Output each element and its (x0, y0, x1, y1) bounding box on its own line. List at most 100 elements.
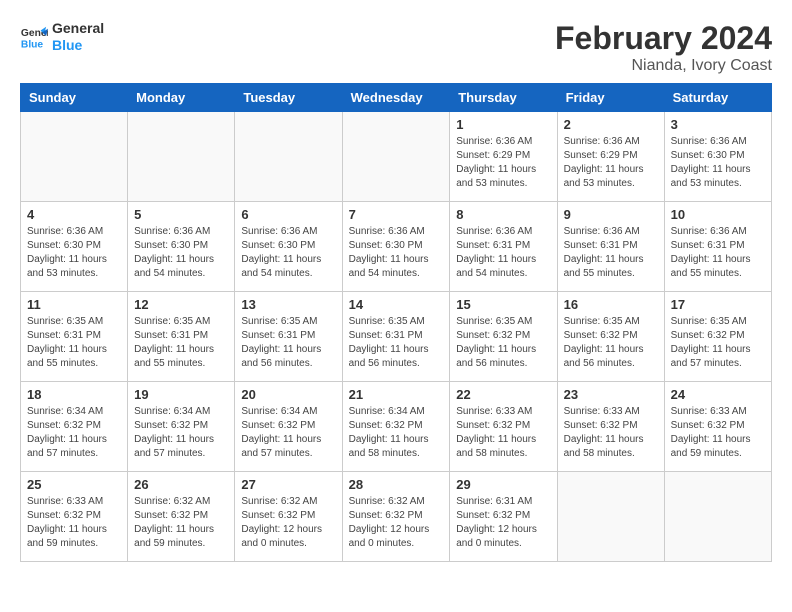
day-info: Sunrise: 6:36 AM Sunset: 6:30 PM Dayligh… (27, 225, 121, 281)
calendar-cell: 20 Sunrise: 6:34 AM Sunset: 6:32 PM Dayli… (235, 382, 342, 472)
day-info: Sunrise: 6:36 AM Sunset: 6:30 PM Dayligh… (134, 225, 228, 281)
calendar-cell: 24 Sunrise: 6:33 AM Sunset: 6:32 PM Dayli… (664, 382, 771, 472)
weekday-header-saturday: Saturday (664, 84, 771, 112)
day-number: 7 (349, 207, 444, 222)
day-info: Sunrise: 6:32 AM Sunset: 6:32 PM Dayligh… (349, 495, 444, 551)
calendar-cell: 6 Sunrise: 6:36 AM Sunset: 6:30 PM Daylig… (235, 202, 342, 292)
day-info: Sunrise: 6:34 AM Sunset: 6:32 PM Dayligh… (134, 405, 228, 461)
day-info: Sunrise: 6:36 AM Sunset: 6:29 PM Dayligh… (456, 135, 550, 191)
calendar-cell: 3 Sunrise: 6:36 AM Sunset: 6:30 PM Daylig… (664, 112, 771, 202)
svg-text:Blue: Blue (21, 39, 44, 50)
day-number: 9 (564, 207, 658, 222)
day-info: Sunrise: 6:35 AM Sunset: 6:31 PM Dayligh… (349, 315, 444, 371)
day-info: Sunrise: 6:32 AM Sunset: 6:32 PM Dayligh… (134, 495, 228, 551)
weekday-header-monday: Monday (128, 84, 235, 112)
calendar-cell: 21Sunrise: 6:34 AM Sunset: 6:32 PM Dayli… (342, 382, 450, 472)
day-number: 26 (134, 477, 228, 492)
calendar-cell: 27 Sunrise: 6:32 AM Sunset: 6:32 PM Dayli… (235, 472, 342, 562)
day-info: Sunrise: 6:35 AM Sunset: 6:32 PM Dayligh… (456, 315, 550, 371)
calendar-cell (21, 112, 128, 202)
calendar-cell: 28 Sunrise: 6:32 AM Sunset: 6:32 PM Dayli… (342, 472, 450, 562)
day-number: 23 (564, 387, 658, 402)
calendar-cell (342, 112, 450, 202)
calendar-cell: 10 Sunrise: 6:36 AM Sunset: 6:31 PM Dayli… (664, 202, 771, 292)
week-row-4: 18 Sunrise: 6:34 AM Sunset: 6:32 PM Dayli… (21, 382, 772, 472)
weekday-header-tuesday: Tuesday (235, 84, 342, 112)
calendar-table: SundayMondayTuesdayWednesdayThursdayFrid… (20, 83, 772, 562)
calendar-cell: 11 Sunrise: 6:35 AM Sunset: 6:31 PM Dayli… (21, 292, 128, 382)
week-row-2: 4 Sunrise: 6:36 AM Sunset: 6:30 PM Daylig… (21, 202, 772, 292)
day-info: Sunrise: 6:35 AM Sunset: 6:32 PM Dayligh… (671, 315, 765, 371)
day-info: Sunrise: 6:35 AM Sunset: 6:31 PM Dayligh… (27, 315, 121, 371)
logo: General Blue General Blue (20, 20, 104, 54)
day-info: Sunrise: 6:33 AM Sunset: 6:32 PM Dayligh… (671, 405, 765, 461)
calendar-cell: 2Sunrise: 6:36 AM Sunset: 6:29 PM Daylig… (557, 112, 664, 202)
day-number: 24 (671, 387, 765, 402)
calendar-cell: 15 Sunrise: 6:35 AM Sunset: 6:32 PM Dayli… (450, 292, 557, 382)
calendar-cell: 29 Sunrise: 6:31 AM Sunset: 6:32 PM Dayli… (450, 472, 557, 562)
day-info: Sunrise: 6:35 AM Sunset: 6:31 PM Dayligh… (134, 315, 228, 371)
calendar-cell: 17 Sunrise: 6:35 AM Sunset: 6:32 PM Dayli… (664, 292, 771, 382)
day-info: Sunrise: 6:36 AM Sunset: 6:31 PM Dayligh… (671, 225, 765, 281)
day-number: 14 (349, 297, 444, 312)
week-row-5: 25 Sunrise: 6:33 AM Sunset: 6:32 PM Dayli… (21, 472, 772, 562)
day-number: 1 (456, 117, 550, 132)
day-number: 6 (241, 207, 335, 222)
day-number: 10 (671, 207, 765, 222)
day-info: Sunrise: 6:33 AM Sunset: 6:32 PM Dayligh… (27, 495, 121, 551)
calendar-cell: 14 Sunrise: 6:35 AM Sunset: 6:31 PM Dayli… (342, 292, 450, 382)
day-info: Sunrise: 6:31 AM Sunset: 6:32 PM Dayligh… (456, 495, 550, 551)
calendar-cell: 16 Sunrise: 6:35 AM Sunset: 6:32 PM Dayli… (557, 292, 664, 382)
calendar-cell: 1 Sunrise: 6:36 AM Sunset: 6:29 PM Daylig… (450, 112, 557, 202)
logo-line2: Blue (52, 37, 104, 54)
day-info: Sunrise: 6:36 AM Sunset: 6:30 PM Dayligh… (241, 225, 335, 281)
day-number: 4 (27, 207, 121, 222)
title-section: February 2024 Nianda, Ivory Coast (555, 20, 772, 75)
calendar-cell (557, 472, 664, 562)
day-number: 16 (564, 297, 658, 312)
day-number: 22 (456, 387, 550, 402)
location-subtitle: Nianda, Ivory Coast (555, 57, 772, 75)
calendar-cell: 5 Sunrise: 6:36 AM Sunset: 6:30 PM Daylig… (128, 202, 235, 292)
day-info: Sunrise: 6:34 AM Sunset: 6:32 PM Dayligh… (241, 405, 335, 461)
weekday-header-thursday: Thursday (450, 84, 557, 112)
day-info: Sunrise: 6:32 AM Sunset: 6:32 PM Dayligh… (241, 495, 335, 551)
day-info: Sunrise: 6:36 AM Sunset: 6:31 PM Dayligh… (456, 225, 550, 281)
day-number: 21 (349, 387, 444, 402)
day-number: 5 (134, 207, 228, 222)
day-info: Sunrise: 6:36 AM Sunset: 6:29 PM Dayligh… (564, 135, 658, 191)
weekday-header-wednesday: Wednesday (342, 84, 450, 112)
day-number: 27 (241, 477, 335, 492)
weekday-header-sunday: Sunday (21, 84, 128, 112)
calendar-cell: 8Sunrise: 6:36 AM Sunset: 6:31 PM Daylig… (450, 202, 557, 292)
calendar-cell (128, 112, 235, 202)
day-number: 28 (349, 477, 444, 492)
day-info: Sunrise: 6:33 AM Sunset: 6:32 PM Dayligh… (456, 405, 550, 461)
calendar-cell (664, 472, 771, 562)
week-row-3: 11 Sunrise: 6:35 AM Sunset: 6:31 PM Dayli… (21, 292, 772, 382)
day-number: 11 (27, 297, 121, 312)
calendar-cell: 9Sunrise: 6:36 AM Sunset: 6:31 PM Daylig… (557, 202, 664, 292)
day-info: Sunrise: 6:33 AM Sunset: 6:32 PM Dayligh… (564, 405, 658, 461)
calendar-cell (235, 112, 342, 202)
day-number: 17 (671, 297, 765, 312)
main-title: February 2024 (555, 20, 772, 57)
day-number: 18 (27, 387, 121, 402)
day-info: Sunrise: 6:35 AM Sunset: 6:31 PM Dayligh… (241, 315, 335, 371)
week-row-1: 1 Sunrise: 6:36 AM Sunset: 6:29 PM Daylig… (21, 112, 772, 202)
weekday-header-row: SundayMondayTuesdayWednesdayThursdayFrid… (21, 84, 772, 112)
calendar-cell: 25 Sunrise: 6:33 AM Sunset: 6:32 PM Dayli… (21, 472, 128, 562)
day-info: Sunrise: 6:36 AM Sunset: 6:30 PM Dayligh… (671, 135, 765, 191)
calendar-cell: 18Sunrise: 6:34 AM Sunset: 6:32 PM Dayli… (21, 382, 128, 472)
logo-line1: General (52, 20, 104, 37)
page-header: General Blue General Blue February 2024 … (20, 20, 772, 75)
day-info: Sunrise: 6:35 AM Sunset: 6:32 PM Dayligh… (564, 315, 658, 371)
calendar-cell: 13Sunrise: 6:35 AM Sunset: 6:31 PM Dayli… (235, 292, 342, 382)
logo-icon: General Blue (20, 23, 48, 51)
day-number: 20 (241, 387, 335, 402)
day-number: 3 (671, 117, 765, 132)
day-number: 25 (27, 477, 121, 492)
day-number: 29 (456, 477, 550, 492)
calendar-cell: 19Sunrise: 6:34 AM Sunset: 6:32 PM Dayli… (128, 382, 235, 472)
day-number: 15 (456, 297, 550, 312)
